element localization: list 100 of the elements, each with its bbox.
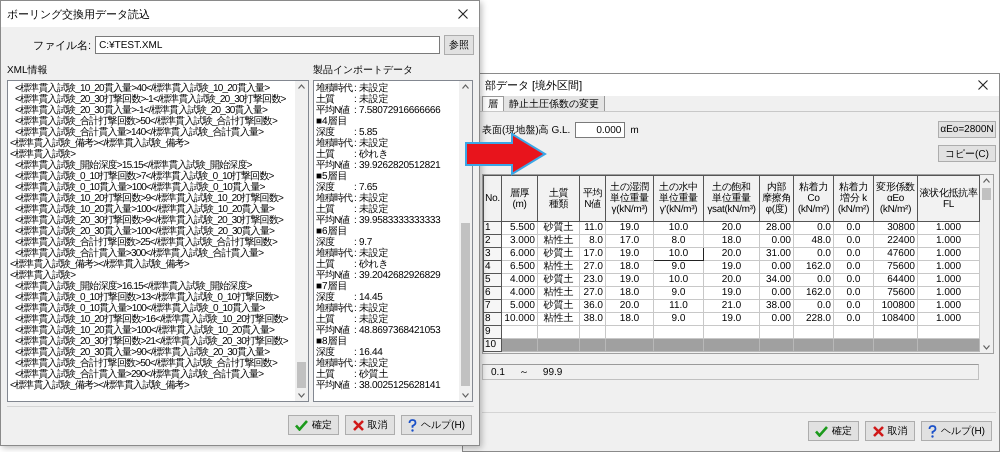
table-cell[interactable]: 108400 (874, 312, 918, 326)
table-cell[interactable]: 粘性土 (538, 286, 580, 300)
dialog-button[interactable]: 確定 (808, 421, 860, 441)
table-cell[interactable]: 18.0 (606, 286, 654, 300)
table-row[interactable]: 3 6.000 砂質土 17.0 19.0 10.0 20.0 31.00 0.0 0.0 47600 1.000 (484, 248, 980, 260)
table-cell[interactable]: 0.0 (834, 248, 874, 260)
table-cell[interactable]: 30800 (874, 222, 918, 234)
scrollbar[interactable] (980, 175, 993, 353)
table-cell[interactable]: 20.0 (704, 274, 760, 286)
side-button[interactable]: コピー(C) (938, 145, 996, 162)
table-cell[interactable]: 18.0 (606, 260, 654, 274)
table-cell[interactable]: 11.0 (580, 222, 606, 234)
table-row[interactable]: 5 4.000 砂質土 23.0 19.0 10.0 20.0 34.00 0.0 0.0 64400 1.000 (484, 274, 980, 286)
chevron-down-icon[interactable] (298, 393, 305, 398)
table-cell[interactable]: 8.0 (654, 234, 704, 248)
table-cell[interactable]: 0.0 (794, 222, 834, 234)
ground-level-field[interactable]: 0.000 (575, 122, 626, 138)
table-cell[interactable]: 0.00 (760, 286, 794, 300)
table-cell[interactable]: 5.500 (502, 222, 538, 234)
table-cell[interactable]: 砂質土 (538, 222, 580, 234)
table-cell[interactable]: 27.0 (580, 260, 606, 274)
table-cell[interactable]: 4.000 (502, 286, 538, 300)
table-cell[interactable]: 9.0 (654, 286, 704, 300)
table-cell[interactable]: 0.00 (760, 260, 794, 274)
table-cell[interactable]: 20.0 (704, 222, 760, 234)
table-cell[interactable]: 8.0 (580, 234, 606, 248)
table-cell[interactable]: 11.0 (654, 300, 704, 312)
table-cell[interactable]: 34.00 (760, 274, 794, 286)
table-cell[interactable]: 0.00 (760, 312, 794, 326)
table-cell[interactable]: 3.000 (502, 234, 538, 248)
table-cell[interactable]: 0.0 (834, 286, 874, 300)
table-cell[interactable]: 75600 (874, 260, 918, 274)
table-row[interactable]: 8 10.000 粘性土 38.0 18.0 9.0 19.0 0.00 228.0 0.0 108400 1.000 (484, 312, 980, 326)
dialog-button[interactable]: 確定 (288, 415, 340, 435)
chevron-down-icon[interactable] (462, 393, 469, 398)
table-cell[interactable]: 228.0 (794, 312, 834, 326)
table-cell[interactable]: 0.00 (760, 234, 794, 248)
table-cell[interactable]: 48.0 (794, 234, 834, 248)
table-cell[interactable]: 162.0 (794, 286, 834, 300)
scrollbar-thumb[interactable] (297, 362, 306, 388)
table-row[interactable]: 6 4.000 粘性土 27.0 18.0 9.0 19.0 0.00 162.0 0.0 75600 1.000 (484, 286, 980, 300)
row-header[interactable]: 5 (484, 274, 502, 286)
table-cell[interactable]: 9.0 (654, 260, 704, 274)
table-cell[interactable]: 10.000 (502, 312, 538, 326)
tab[interactable]: 層 (482, 96, 504, 111)
table-cell[interactable]: 36.0 (580, 300, 606, 312)
table-cell[interactable]: 20.0 (606, 300, 654, 312)
table-cell[interactable]: 18.0 (606, 312, 654, 326)
table-cell[interactable]: 1.000 (918, 286, 980, 300)
chevron-down-icon[interactable] (983, 345, 990, 350)
table-cell[interactable]: 28.00 (760, 222, 794, 234)
table-cell[interactable]: 10.0 (654, 274, 704, 286)
table-cell[interactable]: 0.0 (794, 248, 834, 260)
dialog-button[interactable]: ヘルプ(H) (921, 421, 992, 441)
table-cell[interactable]: 38.00 (760, 300, 794, 312)
dialog-button[interactable]: 取消 (345, 415, 396, 435)
table-cell[interactable]: 1.000 (918, 312, 980, 326)
table-cell[interactable]: 粘性土 (538, 260, 580, 274)
table-row[interactable]: 1 5.500 砂質土 11.0 19.0 10.0 20.0 28.00 0.0 0.0 30800 1.000 (484, 222, 980, 234)
table-cell[interactable]: 31.00 (760, 248, 794, 260)
table-cell[interactable]: 0.0 (834, 274, 874, 286)
table-cell[interactable]: 0.0 (834, 312, 874, 326)
row-header[interactable]: 8 (484, 312, 502, 326)
table-cell[interactable]: 19.0 (606, 274, 654, 286)
chevron-up-icon[interactable] (462, 84, 469, 89)
table-cell[interactable]: 64400 (874, 274, 918, 286)
table-cell[interactable]: 19.0 (606, 222, 654, 234)
scrollbar[interactable] (295, 81, 308, 401)
table-cell[interactable]: 19.0 (704, 286, 760, 300)
table-cell[interactable]: 20.0 (704, 248, 760, 260)
table-cell[interactable]: 4.000 (502, 274, 538, 286)
table-cell[interactable]: 0.0 (834, 222, 874, 234)
row-header[interactable]: 9 (484, 326, 502, 338)
table-cell[interactable]: 0.0 (834, 260, 874, 274)
row-header[interactable]: 6 (484, 286, 502, 300)
import-text-area[interactable] (313, 80, 473, 402)
table-row[interactable]: 2 3.000 粘性土 8.0 17.0 8.0 18.0 0.00 48.0 0.0 22400 1.000 (484, 234, 980, 248)
row-header[interactable]: 1 (484, 222, 502, 234)
scrollbar[interactable] (459, 81, 472, 401)
scrollbar-thumb[interactable] (461, 223, 470, 386)
row-header[interactable]: 4 (484, 260, 502, 274)
table-cell[interactable]: 5.000 (502, 300, 538, 312)
file-path-field[interactable]: C:¥TEST.XML (95, 36, 440, 54)
table-cell[interactable]: 19.0 (606, 248, 654, 260)
table-cell[interactable]: 18.0 (704, 234, 760, 248)
table-cell[interactable]: 47600 (874, 248, 918, 260)
side-button[interactable]: αEo=2800N (938, 121, 996, 138)
row-header[interactable]: 2 (484, 234, 502, 248)
table-cell[interactable]: 砂質土 (538, 248, 580, 260)
browse-button[interactable]: 参照 (444, 35, 474, 55)
table-cell[interactable]: 38.0 (580, 312, 606, 326)
table-cell[interactable]: 162.0 (794, 260, 834, 274)
table-cell[interactable]: 17.0 (580, 248, 606, 260)
dialog-button[interactable]: 取消 (865, 421, 916, 441)
tab[interactable]: 静止土圧係数の変更 (504, 96, 605, 111)
xml-text-area[interactable] (7, 80, 309, 402)
table-cell[interactable]: 1.000 (918, 260, 980, 274)
table-cell[interactable]: 0.0 (834, 234, 874, 248)
table-cell[interactable]: 6.000 (502, 248, 538, 260)
table-cell[interactable]: 1.000 (918, 248, 980, 260)
